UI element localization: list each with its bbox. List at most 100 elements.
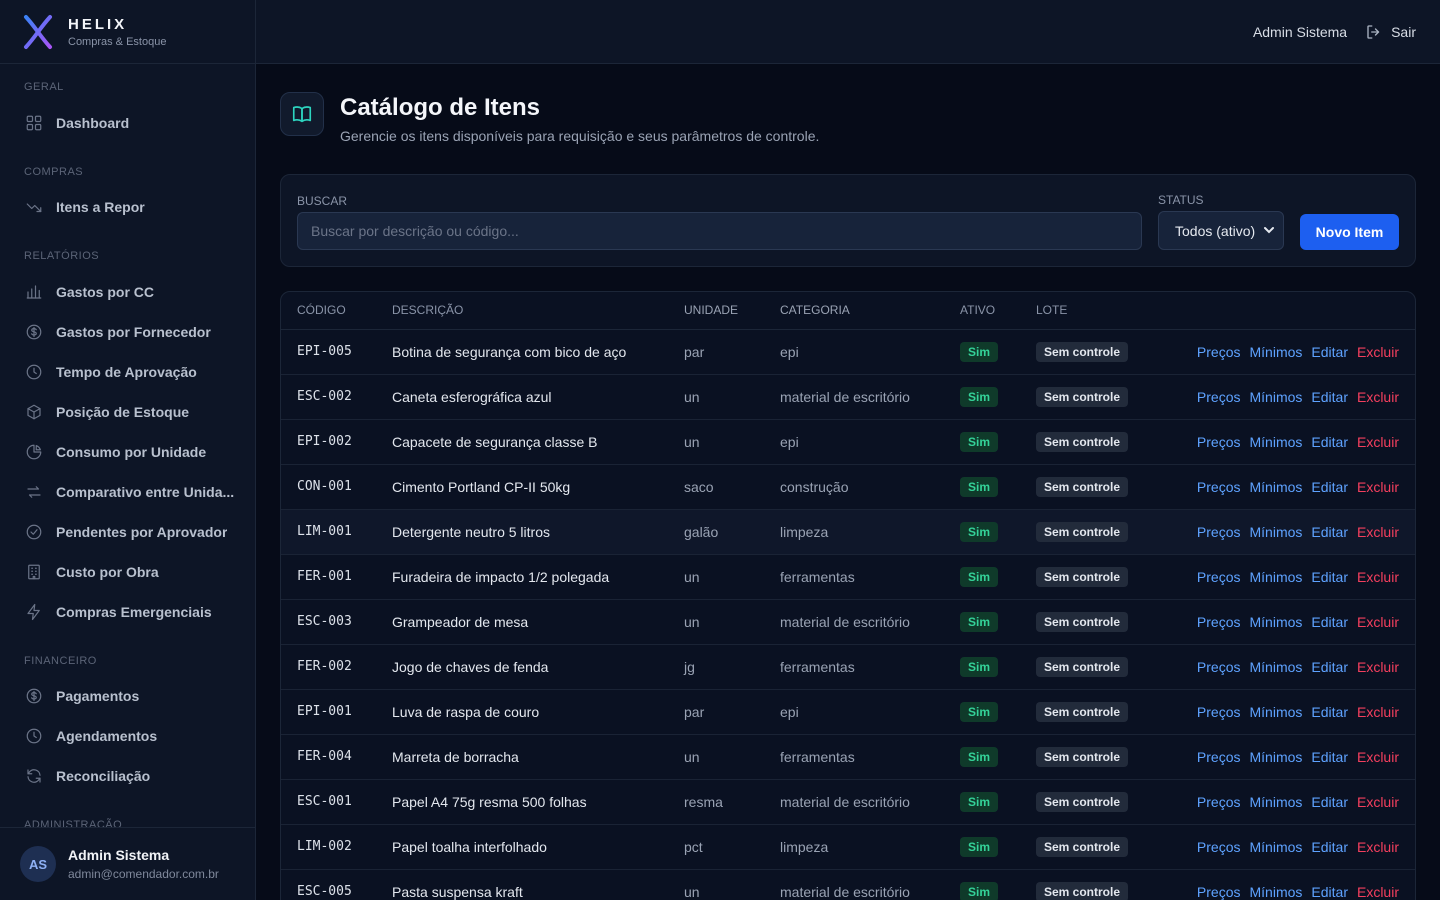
col-header-code[interactable]: CÓDIGO [281,292,392,330]
table-row[interactable]: FER-002 Jogo de chaves de fenda jg ferramen… [281,644,1415,690]
edit-link[interactable]: Editar [1311,389,1348,405]
edit-link[interactable]: Editar [1311,884,1348,900]
edit-link[interactable]: Editar [1311,794,1348,810]
minimums-link[interactable]: Mínimos [1250,704,1303,720]
cell-actions: Preços Mínimos Editar Excluir [1156,599,1415,645]
sidebar-item-itens-a-repor[interactable]: Itens a Repor [24,193,243,221]
prices-link[interactable]: Preços [1197,614,1241,630]
sidebar-item-pendentes-por-aprovador[interactable]: Pendentes por Aprovador [24,518,243,546]
col-header-unit[interactable]: UNIDADE [684,292,780,330]
edit-link[interactable]: Editar [1311,344,1348,360]
prices-link[interactable]: Preços [1197,479,1241,495]
prices-link[interactable]: Preços [1197,749,1241,765]
sidebar-item-custo-por-obra[interactable]: Custo por Obra [24,558,243,586]
sidebar-item-reconciliacao[interactable]: Reconciliação [24,762,243,790]
minimums-link[interactable]: Mínimos [1250,344,1303,360]
edit-link[interactable]: Editar [1311,524,1348,540]
sidebar-item-label: Reconciliação [56,768,151,784]
minimums-link[interactable]: Mínimos [1250,479,1303,495]
minimums-link[interactable]: Mínimos [1250,794,1303,810]
sidebar-item-gastos-por-cc[interactable]: Gastos por CC [24,278,243,306]
new-item-button[interactable]: Novo Item [1300,214,1399,250]
delete-link[interactable]: Excluir [1357,704,1399,720]
sidebar-item-compras-emergenciais[interactable]: Compras Emergenciais [24,598,243,626]
sidebar-item-posicao-de-estoque[interactable]: Posição de Estoque [24,398,243,426]
sidebar-item-pagamentos[interactable]: Pagamentos [24,682,243,710]
cell-code: EPI-001 [281,689,392,735]
prices-link[interactable]: Preços [1197,794,1241,810]
prices-link[interactable]: Preços [1197,704,1241,720]
delete-link[interactable]: Excluir [1357,524,1399,540]
edit-link[interactable]: Editar [1311,749,1348,765]
prices-link[interactable]: Preços [1197,884,1241,900]
search-input[interactable] [297,212,1142,250]
brand[interactable]: HELIX Compras & Estoque [0,0,255,64]
minimums-link[interactable]: Mínimos [1250,389,1303,405]
delete-link[interactable]: Excluir [1357,479,1399,495]
prices-link[interactable]: Preços [1197,389,1241,405]
table-row[interactable]: EPI-005 Botina de segurança com bico de a… [281,329,1415,375]
minimums-link[interactable]: Mínimos [1250,839,1303,855]
edit-link[interactable]: Editar [1311,659,1348,675]
cell-lot: Sem controle [1036,419,1156,465]
prices-link[interactable]: Preços [1197,659,1241,675]
cell-description: Jogo de chaves de fenda [392,644,684,690]
minimums-link[interactable]: Mínimos [1250,569,1303,585]
minimums-link[interactable]: Mínimos [1250,614,1303,630]
edit-link[interactable]: Editar [1311,839,1348,855]
prices-link[interactable]: Preços [1197,569,1241,585]
minimums-link[interactable]: Mínimos [1250,659,1303,675]
delete-link[interactable]: Excluir [1357,614,1399,630]
prices-link[interactable]: Preços [1197,839,1241,855]
lot-badge: Sem controle [1036,701,1129,722]
sidebar-item-agendamentos[interactable]: Agendamentos [24,722,243,750]
edit-link[interactable]: Editar [1311,614,1348,630]
sidebar-item-comparativo-entre-unida[interactable]: Comparativo entre Unida... [24,478,243,506]
delete-link[interactable]: Excluir [1357,569,1399,585]
delete-link[interactable]: Excluir [1357,389,1399,405]
table-row[interactable]: LIM-002 Papel toalha interfolhado pct limpe… [281,824,1415,870]
user-profile[interactable]: AS Admin Sistema admin@comendador.com.br [0,827,255,900]
prices-link[interactable]: Preços [1197,434,1241,450]
col-header-category[interactable]: CATEGORIA [780,292,960,330]
edit-link[interactable]: Editar [1311,569,1348,585]
col-header-description[interactable]: DESCRIÇÃO [392,292,684,330]
delete-link[interactable]: Excluir [1357,749,1399,765]
delete-link[interactable]: Excluir [1357,794,1399,810]
sidebar-item-tempo-de-aprovacao[interactable]: Tempo de Aprovação [24,358,243,386]
table-row[interactable]: ESC-005 Pasta suspensa kraft un material de… [281,869,1415,900]
minimums-link[interactable]: Mínimos [1250,524,1303,540]
col-header-active[interactable]: ATIVO [960,292,1036,330]
delete-link[interactable]: Excluir [1357,434,1399,450]
status-select[interactable]: Todos (ativo) [1158,211,1284,250]
table-row[interactable]: EPI-001 Luva de raspa de couro par epi Sim Se… [281,689,1415,735]
table-row[interactable]: ESC-003 Grampeador de mesa un material de e… [281,599,1415,645]
table-row[interactable]: EPI-002 Capacete de segurança classe Bun e… [281,419,1415,465]
cell-actions: Preços Mínimos Editar Excluir [1156,734,1415,780]
table-row[interactable]: ESC-001 Papel A4 75g resma 500 folhas resm… [281,779,1415,825]
delete-link[interactable]: Excluir [1357,839,1399,855]
delete-link[interactable]: Excluir [1357,659,1399,675]
sidebar-item-dashboard[interactable]: Dashboard [24,109,243,137]
table-row[interactable]: LIM-001 Detergente neutro 5 litros galão li… [281,509,1415,555]
edit-link[interactable]: Editar [1311,434,1348,450]
logout-button[interactable]: Sair [1365,23,1416,41]
edit-link[interactable]: Editar [1311,704,1348,720]
sidebar-item-gastos-por-fornecedor[interactable]: Gastos por Fornecedor [24,318,243,346]
table-row[interactable]: FER-001 Furadeira de impacto 1/2 polegada… [281,554,1415,600]
minimums-link[interactable]: Mínimos [1250,884,1303,900]
prices-link[interactable]: Preços [1197,524,1241,540]
table-row[interactable]: ESC-002 Caneta esferográfica azul un materi… [281,374,1415,420]
delete-link[interactable]: Excluir [1357,884,1399,900]
delete-link[interactable]: Excluir [1357,344,1399,360]
table-row[interactable]: FER-004 Marreta de borracha un ferramentas S… [281,734,1415,780]
minimums-link[interactable]: Mínimos [1250,749,1303,765]
sidebar-item-consumo-por-unidade[interactable]: Consumo por Unidade [24,438,243,466]
col-header-lot[interactable]: LOTE [1036,292,1156,330]
table-row[interactable]: CON-001 Cimento Portland CP-II 50kg saco co… [281,464,1415,510]
minimums-link[interactable]: Mínimos [1250,434,1303,450]
prices-link[interactable]: Preços [1197,344,1241,360]
edit-link[interactable]: Editar [1311,479,1348,495]
cell-code: FER-004 [281,734,392,780]
cell-description: Papel toalha interfolhado [392,824,684,870]
